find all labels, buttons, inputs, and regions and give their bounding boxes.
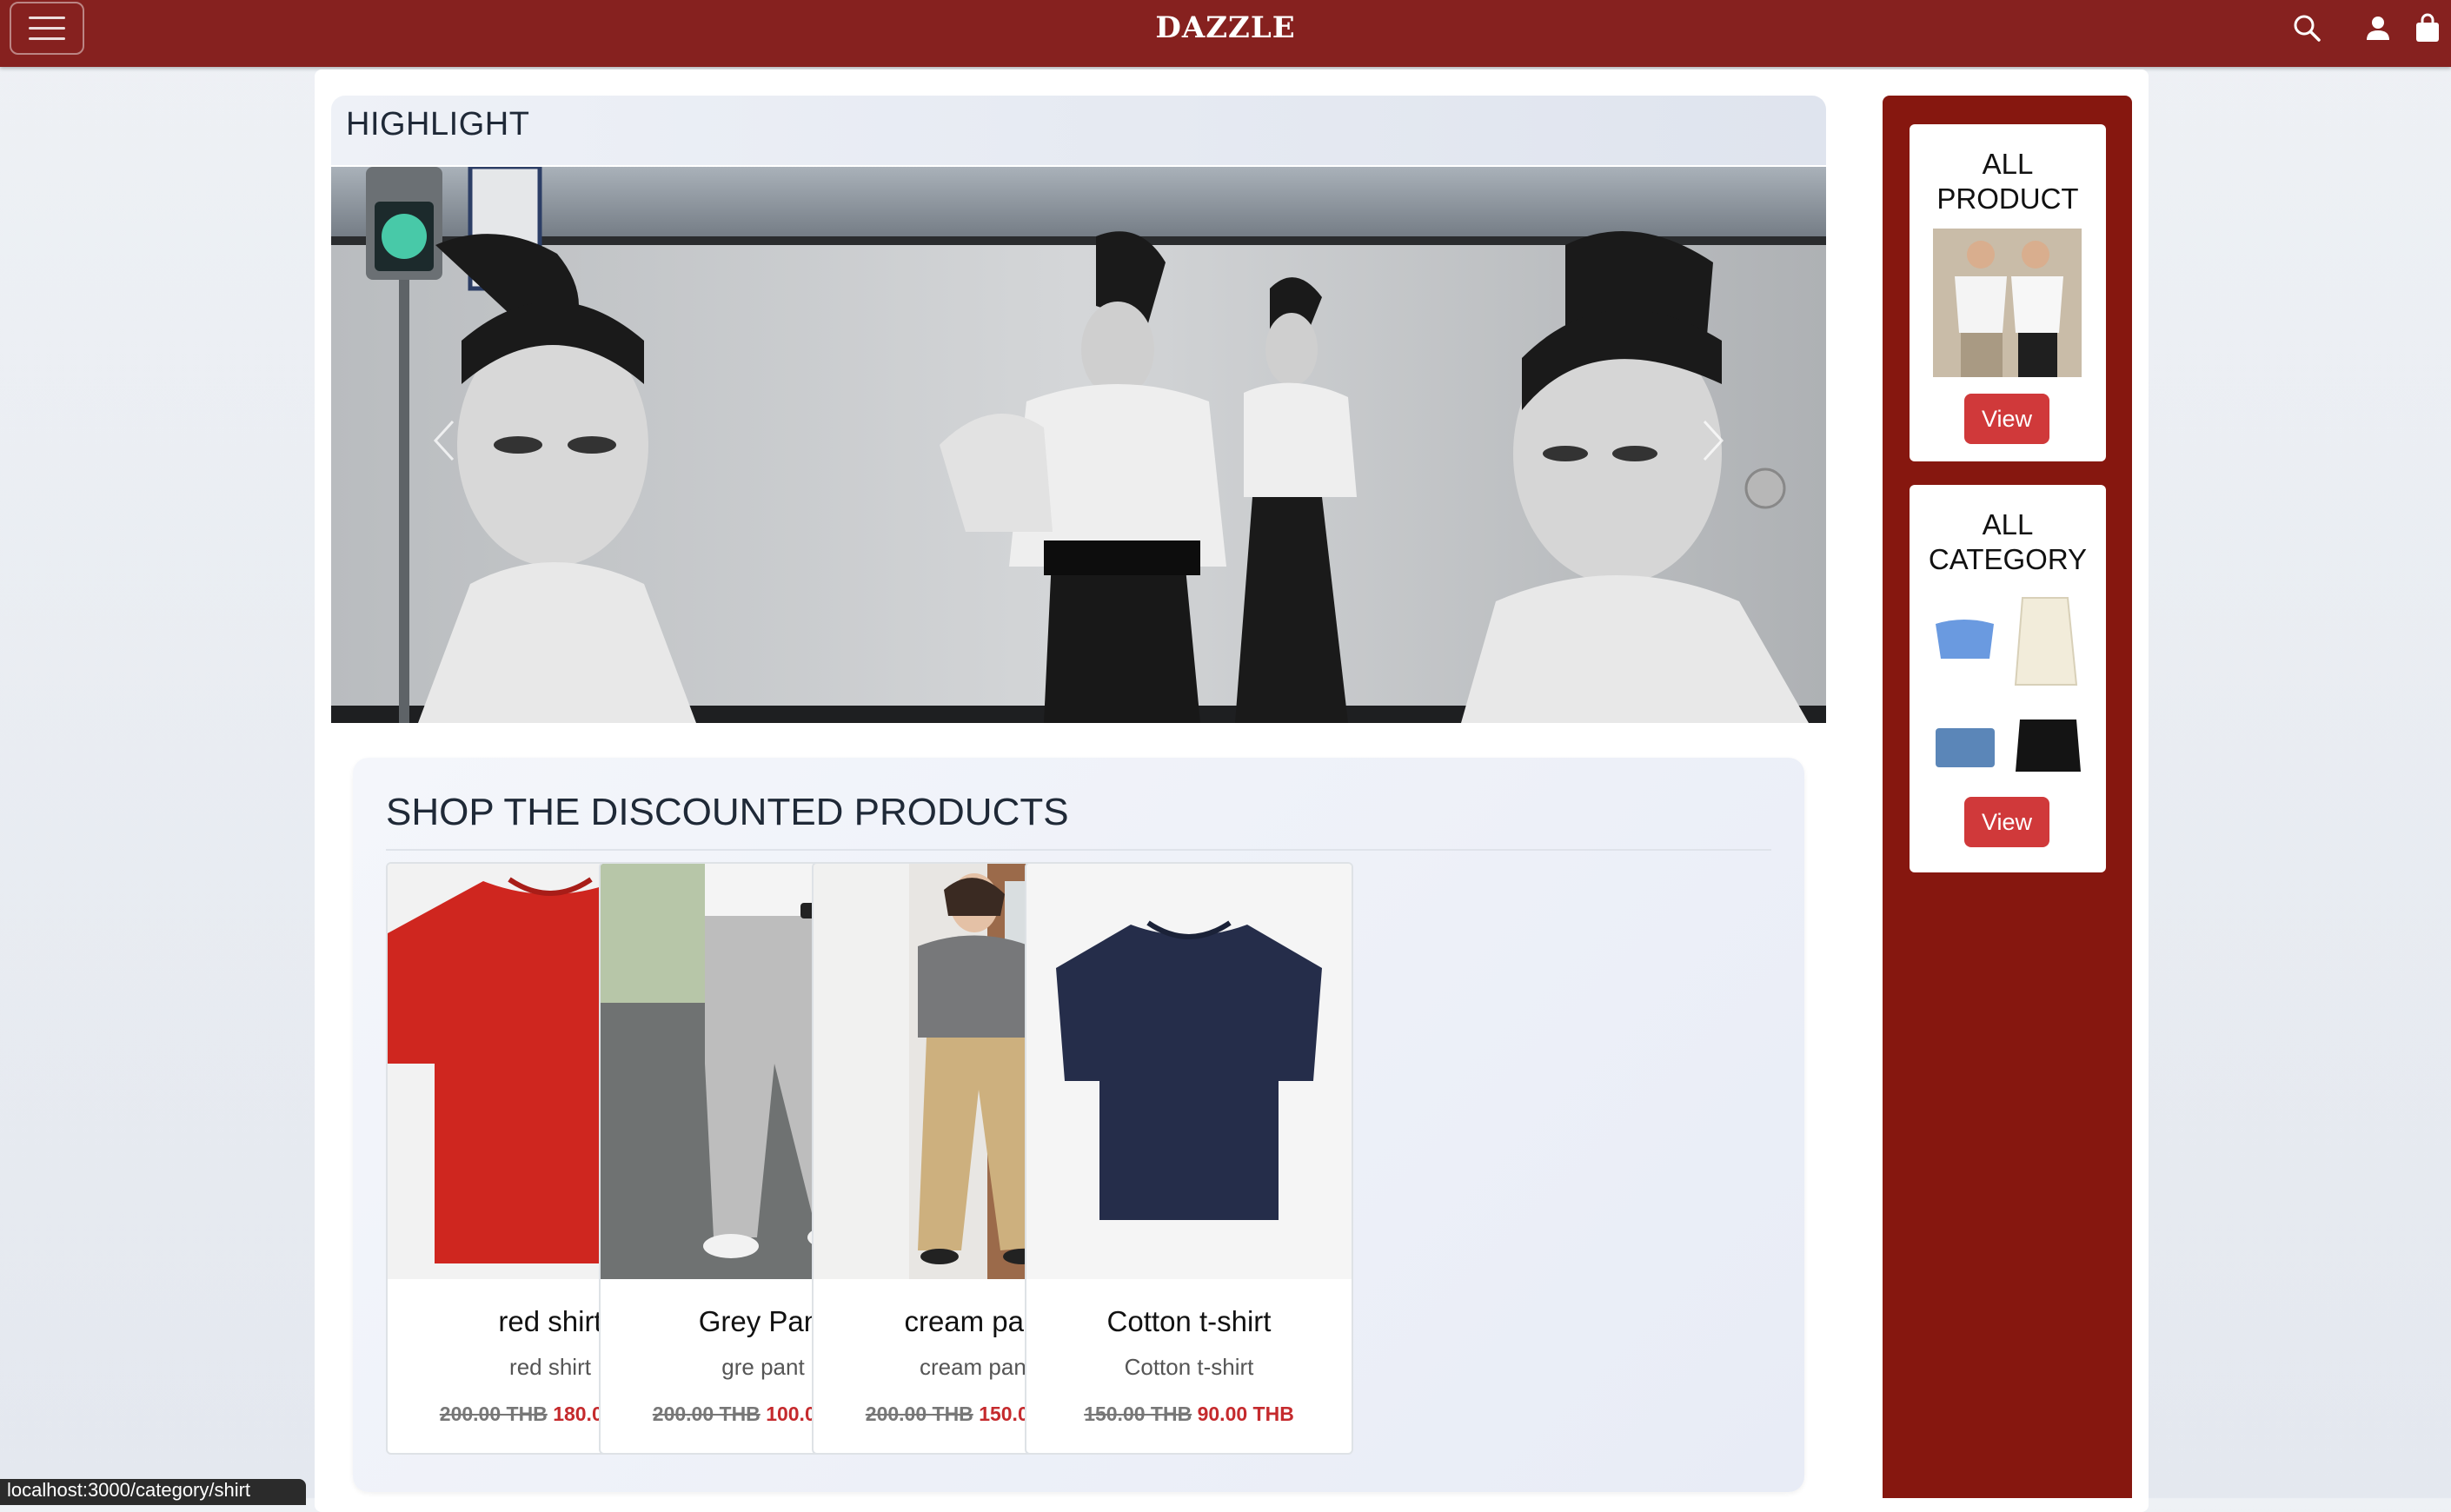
- link-status-bar: localhost:3000/category/shirt: [0, 1479, 306, 1505]
- view-all-products-button[interactable]: View: [1964, 394, 2049, 444]
- original-price: 200.00 THB: [439, 1403, 548, 1425]
- carousel-image: [331, 167, 1826, 723]
- highlight-header: HIGHLIGHT: [331, 96, 1826, 165]
- menu-button[interactable]: [10, 2, 84, 55]
- card-title-line2: CATEGORY: [1928, 543, 2088, 575]
- divider: [386, 849, 1771, 851]
- all-product-card: ALL PRODUCT View: [1910, 124, 2106, 461]
- card-title-line1: ALL: [1982, 148, 2034, 180]
- discounted-products-section: SHOP THE DISCOUNTED PRODUCTS red shirt r…: [353, 758, 1804, 1492]
- all-category-card: ALL CATEGORY View: [1910, 485, 2106, 872]
- all-product-image: [1933, 229, 2082, 377]
- original-price: 200.00 THB: [652, 1403, 761, 1425]
- section-title: SHOP THE DISCOUNTED PRODUCTS: [386, 791, 1069, 833]
- highlight-carousel[interactable]: [331, 167, 1826, 723]
- view-all-categories-button[interactable]: View: [1964, 797, 2049, 847]
- chevron-left-icon[interactable]: [427, 414, 462, 467]
- product-card[interactable]: Cotton t-shirt Cotton t-shirt 150.00 THB…: [1025, 862, 1353, 1455]
- chevron-right-icon[interactable]: [1696, 414, 1730, 467]
- product-price: 150.00 THB 90.00 THB: [1026, 1403, 1352, 1426]
- original-price: 200.00 THB: [865, 1403, 973, 1425]
- card-title-line1: ALL: [1982, 508, 2034, 540]
- top-navbar: DAZZLE: [0, 0, 2451, 67]
- menu-icon: [29, 17, 65, 19]
- user-icon[interactable]: [2362, 12, 2394, 43]
- product-name: Cotton t-shirt: [1106, 1305, 1272, 1337]
- brand-logo[interactable]: DAZZLE: [1095, 5, 1356, 50]
- original-price: 150.00 THB: [1084, 1403, 1192, 1425]
- sidebar: ALL PRODUCT View ALL CATEGORY View: [1883, 96, 2132, 1498]
- shopping-bag-icon[interactable]: [2412, 12, 2443, 43]
- search-icon[interactable]: [2291, 12, 2322, 43]
- highlight-title: HIGHLIGHT: [346, 106, 530, 143]
- sale-price: 90.00 THB: [1197, 1403, 1294, 1425]
- product-image[interactable]: [1026, 864, 1352, 1279]
- product-description: Cotton t-shirt: [1124, 1354, 1254, 1380]
- card-title-line2: PRODUCT: [1936, 182, 2079, 215]
- category-collage-image: [1929, 589, 2087, 789]
